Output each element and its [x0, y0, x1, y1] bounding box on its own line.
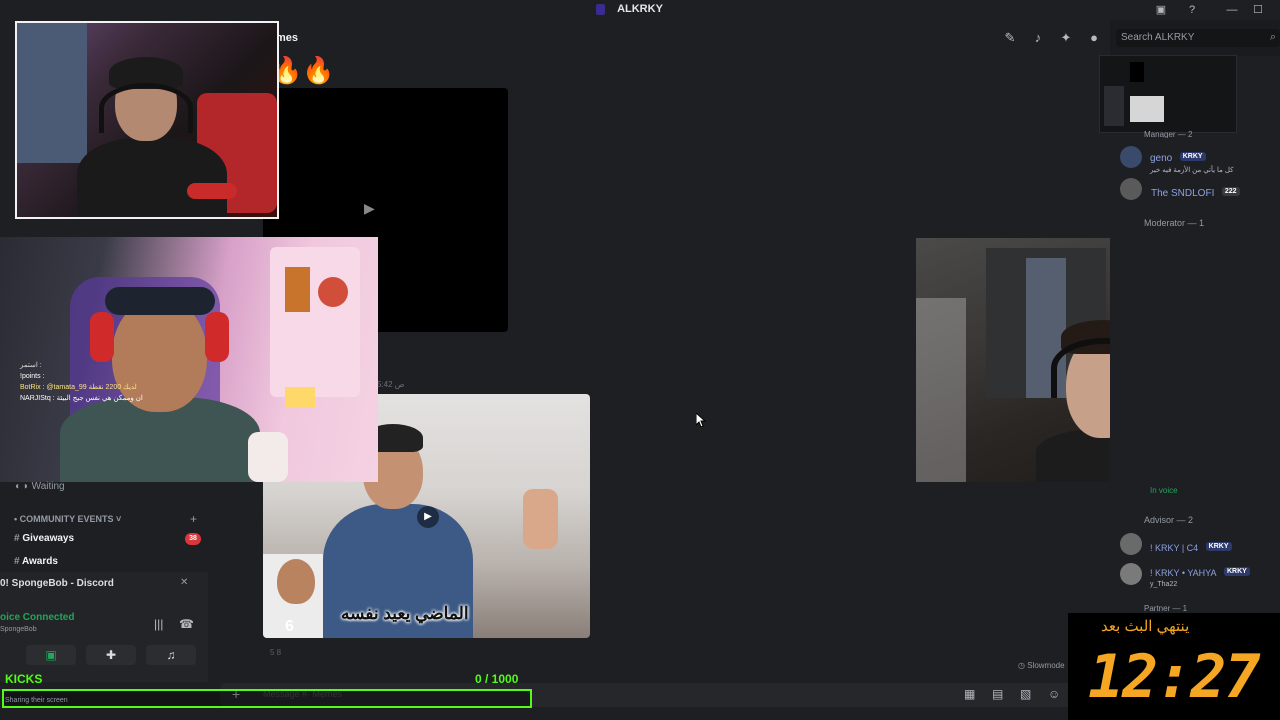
role-advisor: Advisor — 2	[1144, 515, 1194, 525]
shelf	[270, 247, 360, 397]
avatar[interactable]	[1120, 563, 1142, 585]
search-placeholder: Search ALKRKY	[1121, 32, 1195, 43]
hash-icon: #	[14, 556, 20, 566]
voice-connected-status: oice Connected	[0, 612, 75, 623]
minimize-button[interactable]: —	[1224, 2, 1240, 18]
window-title: ALKRKY	[617, 3, 663, 15]
play-icon[interactable]: ▶	[364, 200, 375, 217]
mic	[187, 183, 237, 199]
mouse-cursor-icon	[696, 413, 706, 427]
speaker-icon: ◖ ◗	[14, 481, 32, 492]
preview-block	[1130, 62, 1144, 82]
thumb-inset-face	[277, 559, 315, 604]
overlay-chat-line: BotRix : @tamata_99 لديك 2200 نقطة	[20, 384, 137, 391]
avatar[interactable]	[1120, 146, 1142, 168]
overlay-chat-line: NARJIStq : ان وممكن هي نفس جيج البيئة	[20, 395, 143, 402]
webcam-top-left	[15, 21, 279, 219]
kicks-progress-bar	[2, 689, 532, 708]
vase	[318, 277, 348, 307]
shelf	[916, 298, 966, 482]
channel-giveaways[interactable]: # Giveaways	[14, 533, 74, 544]
screen-preview[interactable]	[1099, 55, 1237, 133]
member-yahya[interactable]: ! KRKY • YAHYA KRKY y_Tha22	[1150, 563, 1250, 588]
member-status: كل ما يأتي من الأزمة فيه خير	[1150, 167, 1234, 174]
chevron-down-icon: ˅	[113, 514, 122, 524]
headband	[105, 287, 215, 315]
kicks-label: KICKS	[5, 672, 43, 686]
lantern	[285, 267, 310, 312]
voice-waiting-label: ◖ ◗ Waiting	[14, 481, 65, 492]
stream-chat-overlay: استمر : !points : BotRix : @tamata_99 لد…	[20, 360, 270, 404]
hash-icon: #	[14, 533, 20, 544]
lights	[285, 387, 315, 407]
thumb-number: 6	[285, 618, 294, 635]
avatar[interactable]	[1120, 178, 1142, 200]
lamp	[248, 432, 288, 482]
close-icon[interactable]: ✕	[180, 577, 188, 588]
emoji-icon[interactable]: ☺	[1048, 687, 1060, 701]
overlay-chat-line: !points :	[20, 373, 45, 380]
thumbs-up-hand	[523, 489, 558, 549]
voice-channel-name: SpongeBob	[0, 626, 37, 633]
activities-button[interactable]: ✚	[86, 645, 136, 665]
headphone-left	[90, 312, 114, 362]
search-input[interactable]: Search ALKRKY ⌕	[1116, 29, 1280, 47]
play-icon[interactable]: ▶	[417, 506, 439, 528]
kicks-count: 0 / 1000	[475, 672, 519, 686]
category-community-events[interactable]: • COMMUNITY EVENTS ˅	[14, 514, 121, 524]
member-geno[interactable]: geno KRKY كل ما يأتي من الأزمة فيه خير	[1150, 148, 1280, 174]
sharing-screen-label: Sharing their screen	[5, 697, 68, 704]
help-icon[interactable]: ?	[1184, 2, 1200, 18]
headphones	[99, 83, 193, 133]
slowmode-label: ◷ Slowmode	[1018, 661, 1065, 670]
member-in-voice: In voice	[1150, 486, 1178, 495]
channel-name: mes	[276, 32, 299, 44]
soundboard-button[interactable]: ♫	[146, 645, 196, 665]
notification-bell-icon[interactable]: ♪	[1030, 30, 1046, 46]
member-tag: KRKY	[1223, 567, 1250, 577]
timer-value: 12:27	[1088, 642, 1261, 712]
add-channel-icon[interactable]: +	[190, 512, 197, 526]
fire-emoji-icon: 🔥🔥	[270, 55, 335, 85]
screen-share-button[interactable]: ▣	[26, 645, 76, 665]
channel-header	[260, 20, 1110, 56]
role-moderator: Moderator — 1	[1144, 218, 1205, 228]
avatar[interactable]	[1120, 533, 1142, 555]
role-manager: Manager — 2	[1144, 130, 1193, 138]
thumb-caption: الماضي يعيد نفسه	[341, 604, 469, 623]
member-list-icon[interactable]: ●	[1086, 30, 1102, 46]
noise-suppression-icon[interactable]: |||	[154, 617, 163, 631]
gift-icon[interactable]: ▦	[964, 687, 975, 701]
search-icon: ⌕	[1269, 31, 1276, 43]
reactions[interactable]: 5 8	[270, 648, 281, 657]
inbox-icon[interactable]: ▣	[1153, 2, 1169, 18]
streamer-body	[77, 138, 227, 217]
unread-badge: 38	[185, 533, 201, 545]
headphone-right	[205, 312, 229, 362]
overlay-chat-line: استمر :	[20, 362, 42, 369]
member-tag: KRKY	[1205, 542, 1232, 552]
member-tag: KRKY	[1179, 152, 1206, 162]
preview-thumb	[1130, 96, 1164, 122]
channel-awards[interactable]: # Awards	[14, 556, 58, 566]
threads-icon[interactable]: ✎	[1002, 30, 1018, 46]
member-sndlofi[interactable]: The SNDLOFI 222	[1151, 183, 1240, 201]
message-timestamp: 5:42 ص	[377, 380, 405, 389]
member-status: y_Tha22	[1150, 581, 1178, 588]
shelf	[17, 23, 87, 163]
pin-icon[interactable]: ✦	[1058, 30, 1074, 46]
clock-icon: ◷	[1018, 661, 1028, 670]
member-c4[interactable]: ! KRKY | C4 KRKY	[1150, 538, 1232, 556]
role-partner: Partner — 1	[1144, 604, 1188, 613]
gif-icon[interactable]: ▤	[992, 687, 1003, 701]
timer-label: ينتهي البث بعد	[1101, 618, 1190, 635]
maximize-button[interactable]: ☐	[1250, 2, 1266, 18]
member-tag: 222	[1221, 187, 1240, 197]
disconnect-icon[interactable]: ☎	[179, 617, 194, 631]
sticker-icon[interactable]: ▧	[1020, 687, 1031, 701]
voice-title: 0! SpongeBob - Discord	[0, 578, 114, 589]
preview-sidebar	[1104, 86, 1124, 126]
